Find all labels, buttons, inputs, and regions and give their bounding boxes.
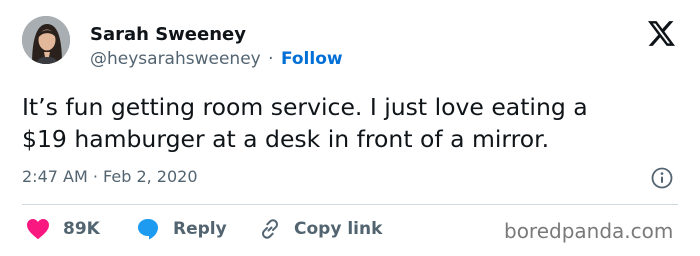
like-button[interactable]: 89K (26, 216, 100, 242)
speech-bubble-icon (138, 219, 158, 240)
watermark: boredpanda.com (504, 219, 674, 243)
link-icon (262, 219, 278, 239)
tweet-card: Sarah Sweeney @heysarahsweeney · Follow … (0, 0, 700, 256)
info-icon[interactable] (651, 167, 673, 189)
copy-link-label: Copy link (294, 219, 383, 239)
copy-link-button[interactable]: Copy link (258, 216, 382, 242)
handle-row: @heysarahsweeney · Follow (90, 49, 343, 69)
tweet-text: It’s fun getting room service. I just lo… (22, 91, 682, 155)
heart-icon (27, 219, 49, 240)
like-count: 89K (63, 219, 100, 239)
handle-separator: · (268, 49, 274, 69)
timestamp[interactable]: 2:47 AM · Feb 2, 2020 (22, 167, 198, 186)
tweet-text-line: It’s fun getting room service. I just lo… (22, 93, 588, 121)
tweet-text-line: $19 hamburger at a desk in front of a mi… (22, 125, 550, 153)
divider (22, 204, 678, 205)
x-logo-icon[interactable] (648, 21, 675, 46)
avatar[interactable] (22, 16, 70, 64)
reply-button[interactable]: Reply (136, 216, 227, 242)
follow-button[interactable]: Follow (281, 49, 343, 69)
reply-label: Reply (173, 219, 227, 239)
author-handle[interactable]: @heysarahsweeney (90, 49, 261, 69)
author-name[interactable]: Sarah Sweeney (90, 24, 246, 45)
